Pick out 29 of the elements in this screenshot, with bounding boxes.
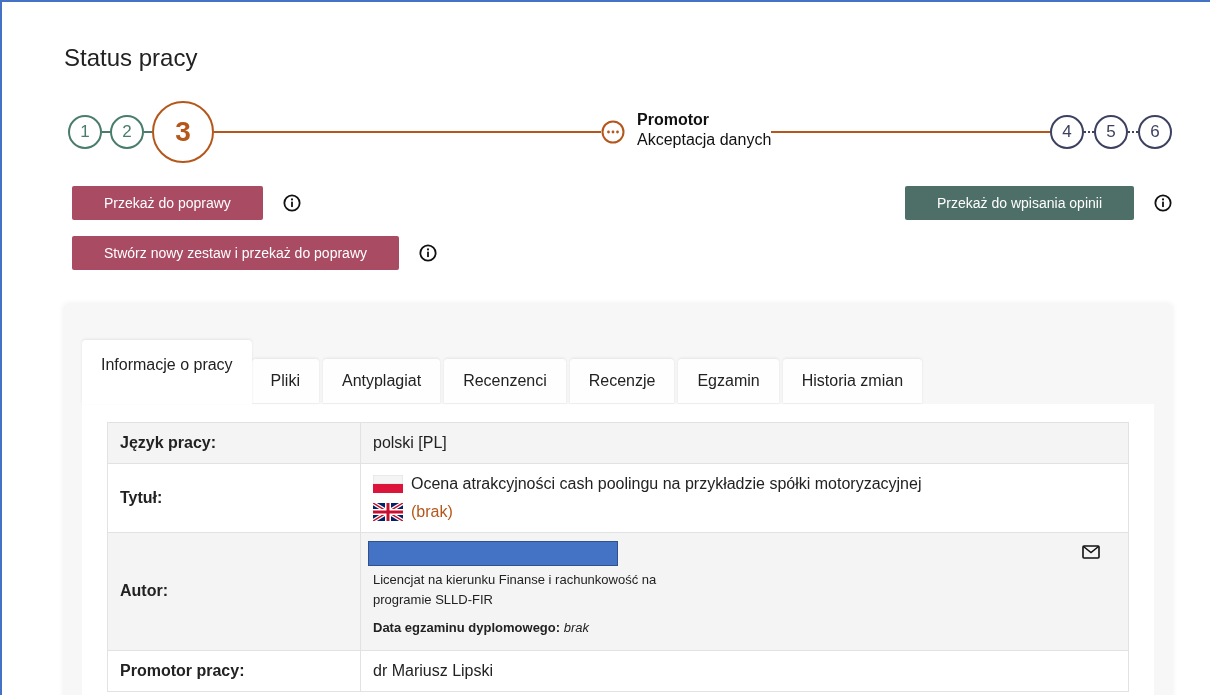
info-icon[interactable] <box>282 194 301 212</box>
mail-icon[interactable] <box>1082 545 1100 559</box>
info-icon[interactable] <box>419 244 437 262</box>
field-label: Język pracy: <box>120 433 217 453</box>
tab[interactable]: Egzamin <box>678 359 779 404</box>
field-label: Tytuł: <box>120 488 163 508</box>
exam-date-text: Data egzaminu dyplomowego: brak <box>373 619 590 637</box>
step-subtitle: Akceptacja danych <box>637 130 772 150</box>
action-button[interactable]: Przekaż do poprawy <box>72 186 263 220</box>
field-label: Autor: <box>120 581 168 602</box>
cell-value: polski [PL] <box>373 433 448 453</box>
tab[interactable]: Recenzje <box>569 359 675 404</box>
tab[interactable]: Antyplagiat <box>322 359 441 404</box>
tab[interactable]: Informacje o pracy <box>82 340 252 404</box>
tab[interactable]: Pliki <box>251 359 319 404</box>
action-button[interactable]: Przekaż do wpisania opinii <box>905 186 1134 220</box>
info-icon[interactable] <box>1154 194 1172 212</box>
field-label: Promotor pracy: <box>120 660 245 681</box>
page-title: Status pracy <box>64 43 199 73</box>
flag-icon <box>373 475 403 493</box>
tab[interactable]: Historia zmian <box>782 359 923 404</box>
cell-value: dr Mariusz Lipski <box>373 660 495 681</box>
title-text: Ocena atrakcyjności cash poolingu na przykładzie spółki motoryzacyjnej <box>411 474 922 494</box>
action-button[interactable]: Stwórz nowy zestaw i przekaż do poprawy <box>72 236 399 270</box>
tab[interactable]: Recenzenci <box>444 359 566 404</box>
flag-icon <box>373 503 403 521</box>
study-text: Licencjat na kierunku Finanse i rachunkowość na programie SLLD-FIR <box>373 571 658 609</box>
title-text: (brak) <box>411 502 453 522</box>
step-title: Promotor <box>637 110 710 130</box>
